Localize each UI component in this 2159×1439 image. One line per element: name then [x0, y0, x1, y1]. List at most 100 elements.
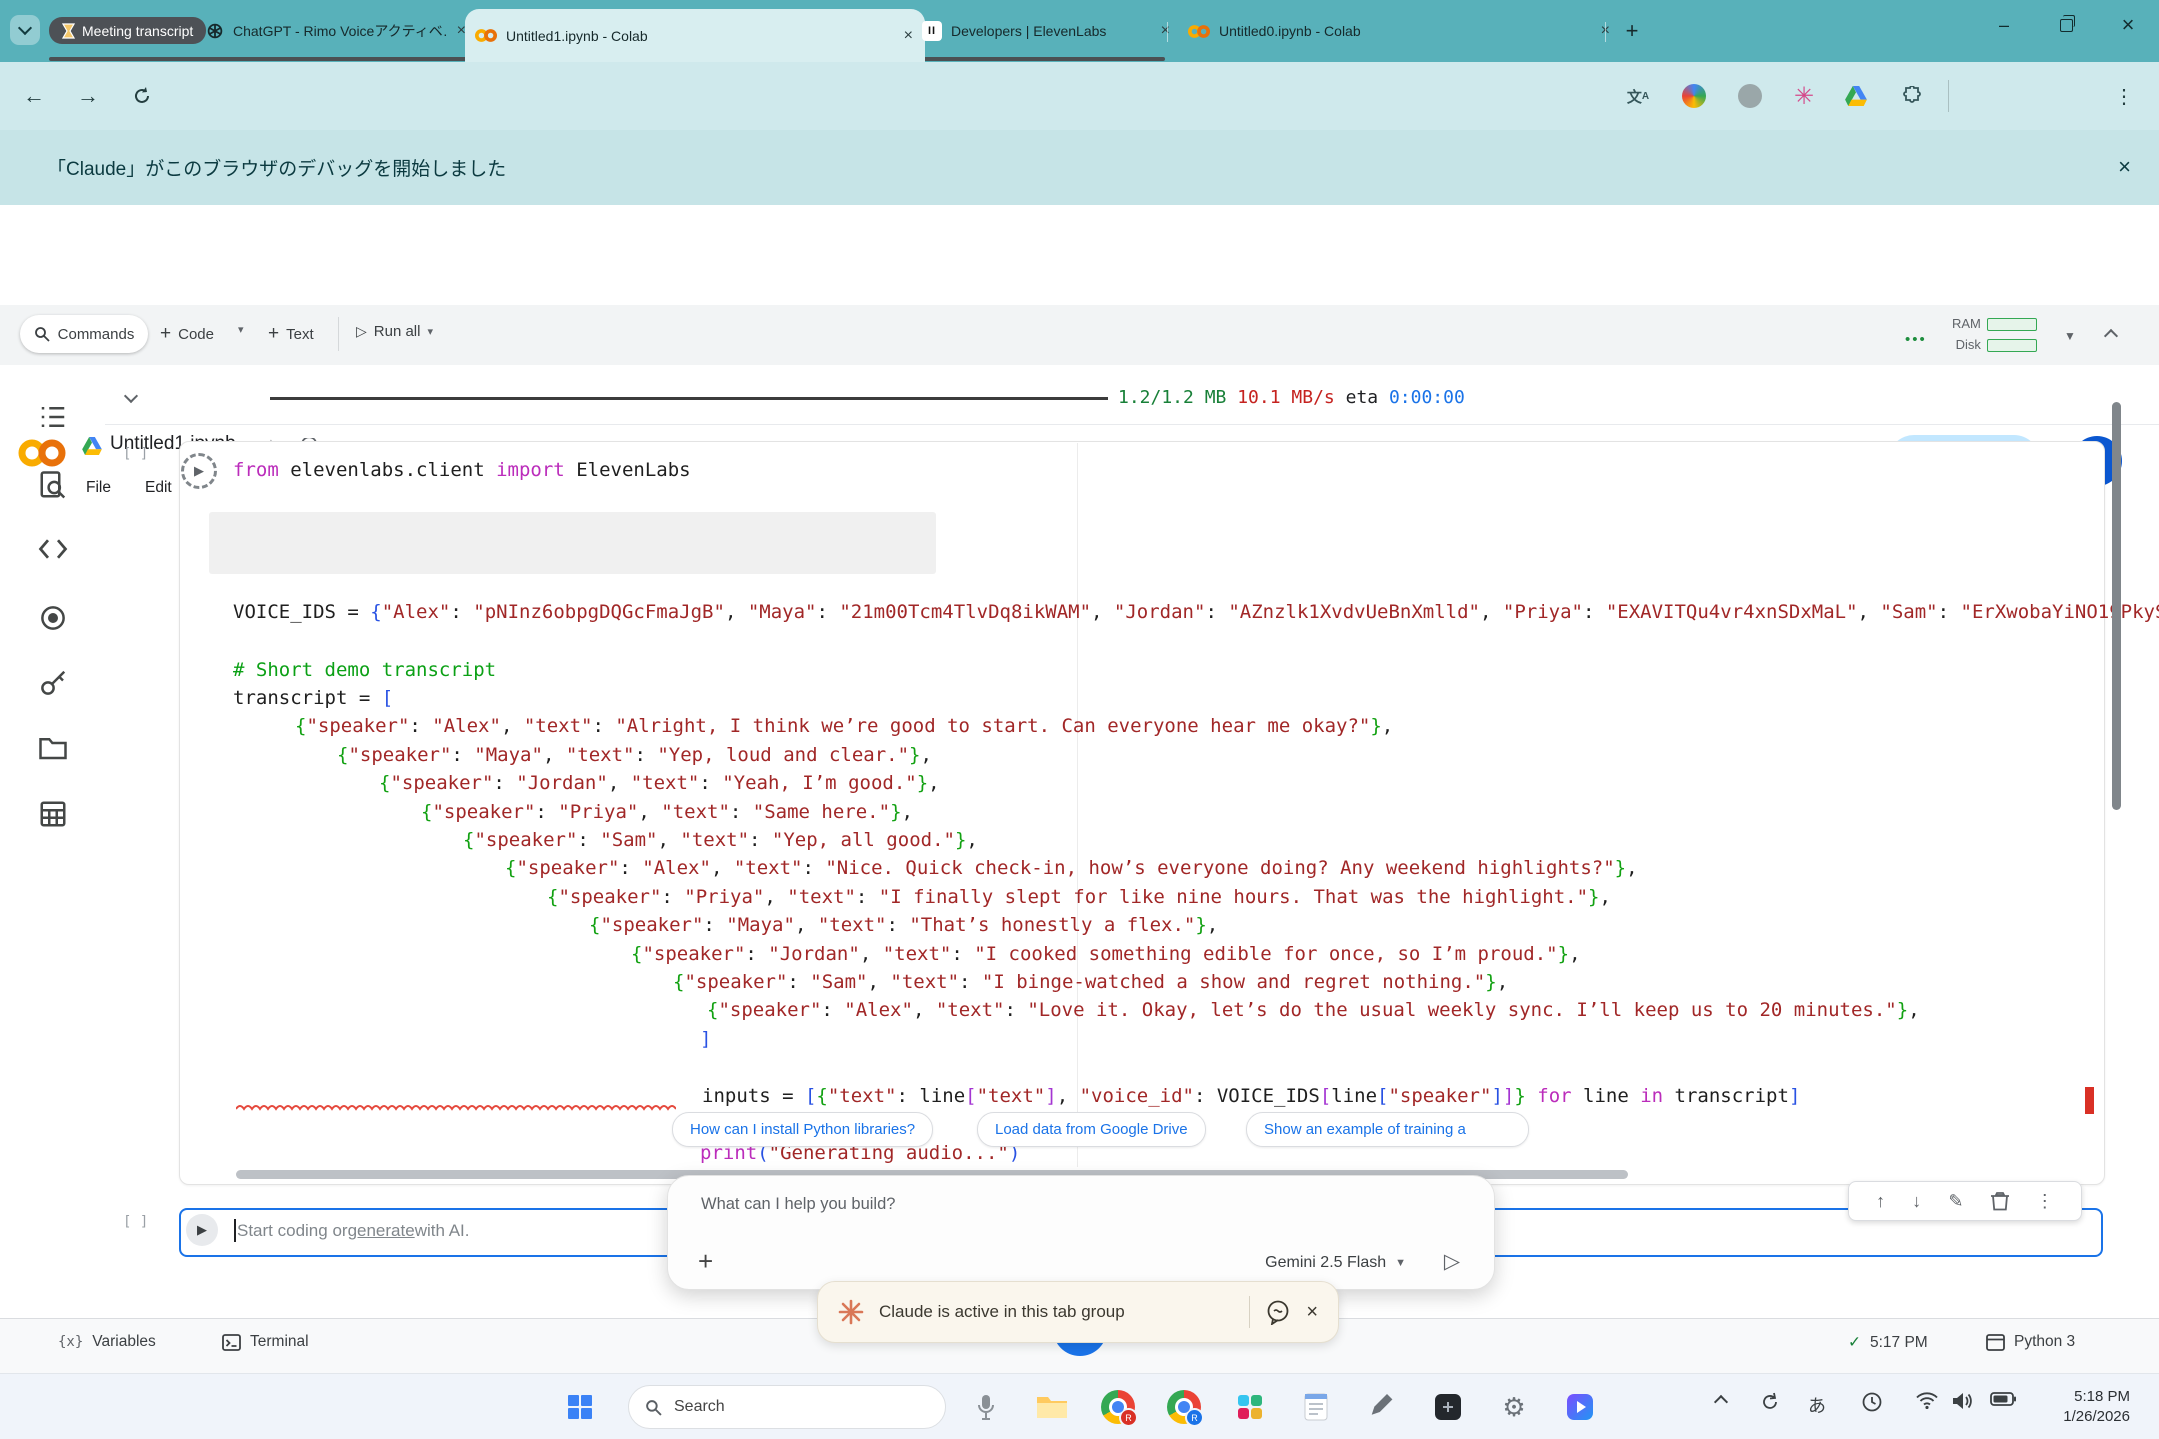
terminal-button[interactable]: Terminal: [222, 1333, 309, 1351]
menu-file[interactable]: File: [82, 477, 115, 499]
code-line-11: {"speaker": "Priya", "text": "I finally …: [547, 884, 1611, 911]
tab-3[interactable]: IIDevelopers | ElevenLabs×: [912, 12, 1182, 50]
colorful-orb-icon: [1682, 84, 1706, 108]
tab-group-pill[interactable]: Meeting transcript: [49, 17, 206, 44]
ai-chip-3[interactable]: Show an example of training a: [1246, 1112, 1529, 1147]
send-prompt-icon[interactable]: ▷: [1444, 1249, 1460, 1274]
taskbar-clock[interactable]: 5:18 PM 1/26/2026: [2038, 1387, 2130, 1427]
tray-clock-icon[interactable]: [1862, 1392, 1882, 1412]
add-code-button[interactable]: + Code: [160, 323, 214, 345]
chrome-profile1-icon[interactable]: R: [1098, 1387, 1138, 1427]
attach-plus-button[interactable]: +: [698, 1246, 713, 1277]
table-of-contents-icon[interactable]: [38, 402, 68, 432]
browser-menu-kebab-icon[interactable]: ⋮: [2108, 80, 2140, 112]
translate-icon[interactable]: 文A: [1622, 80, 1654, 112]
recorder-app-icon[interactable]: [966, 1387, 1006, 1427]
ai-chip-1[interactable]: How can I install Python libraries?: [672, 1112, 933, 1147]
reload-button[interactable]: [126, 80, 158, 112]
window-controls: – ×: [1973, 0, 2159, 50]
variables-button[interactable]: {x} Variables: [58, 1333, 156, 1351]
media-app-icon[interactable]: [1560, 1387, 1600, 1427]
chrome-icon: R: [1101, 1390, 1135, 1424]
notepad-app-icon[interactable]: [1296, 1387, 1336, 1427]
ai-chip-2[interactable]: Load data from Google Drive: [977, 1112, 1206, 1147]
tab-4[interactable]: Untitled0.ipynb - Colab×: [1178, 12, 1622, 50]
secrets-key-icon[interactable]: [38, 668, 68, 698]
variables-icon: {x}: [58, 1334, 83, 1350]
scanner-lens-icon[interactable]: [38, 603, 68, 633]
resource-meter[interactable]: RAM Disk: [1952, 313, 2037, 355]
kernel-status[interactable]: Python 3: [1986, 1333, 2075, 1351]
chrome-profile2-icon[interactable]: R: [1164, 1387, 1204, 1427]
run-cell-button[interactable]: ▶: [181, 453, 217, 489]
gemini-prompt-box[interactable]: What can I help you build? + Gemini 2.5 …: [667, 1175, 1495, 1290]
taskbar-search[interactable]: Search: [628, 1385, 946, 1429]
chat-bubble-icon[interactable]: [1265, 1299, 1291, 1325]
delete-cell-icon[interactable]: [1991, 1191, 2009, 1211]
menu-edit[interactable]: Edit: [141, 477, 176, 499]
banner-close-icon[interactable]: ×: [2118, 154, 2131, 180]
resources-dropdown-icon[interactable]: ▼: [2064, 329, 2076, 343]
move-cell-up-icon[interactable]: ↑: [1876, 1191, 1885, 1212]
drive-extension-icon[interactable]: [1840, 80, 1872, 112]
tray-expand-icon[interactable]: [1716, 1392, 1726, 1412]
pen-tablet-app-icon[interactable]: [1362, 1387, 1402, 1427]
tab-1[interactable]: ChatGPT - Rimo Voiceアクティベ…×: [196, 12, 478, 50]
profile-badge: R: [1185, 1408, 1204, 1427]
ime-indicator[interactable]: あ: [1808, 1392, 1826, 1418]
back-button[interactable]: ←: [18, 80, 50, 112]
tab-search-button[interactable]: [10, 15, 40, 45]
plus-icon: +: [160, 323, 171, 345]
wifi-icon[interactable]: [1916, 1392, 1938, 1409]
collapse-toolbar-icon[interactable]: [2106, 327, 2116, 346]
close-button[interactable]: ×: [2097, 0, 2159, 50]
tab-2[interactable]: Untitled1.ipynb - Colab×: [465, 9, 925, 62]
tab-group-label: Meeting transcript: [82, 23, 193, 39]
find-replace-icon[interactable]: [38, 470, 68, 500]
code-line-1: from elevenlabs.client import ElevenLabs: [233, 457, 691, 484]
gemini-placeholder[interactable]: What can I help you build?: [701, 1195, 895, 1214]
toast-close-icon[interactable]: ×: [1306, 1301, 1318, 1324]
forward-button[interactable]: →: [72, 80, 104, 112]
add-code-dropdown[interactable]: ▾: [238, 323, 244, 336]
volume-icon[interactable]: [1952, 1392, 1974, 1410]
model-selector[interactable]: Gemini 2.5 Flash ▼: [1265, 1254, 1406, 1272]
table-grid-icon[interactable]: [38, 799, 68, 829]
vertical-scrollbar[interactable]: [2112, 402, 2121, 810]
new-tab-button[interactable]: +: [1618, 17, 1646, 45]
code-snippets-icon[interactable]: [38, 534, 68, 564]
minimize-button[interactable]: –: [1973, 0, 2035, 50]
tray-sync-icon[interactable]: [1760, 1392, 1780, 1412]
extension-orb2-icon[interactable]: [1734, 80, 1766, 112]
start-button[interactable]: [560, 1387, 600, 1427]
notepad-icon: [1304, 1393, 1328, 1421]
add-text-button[interactable]: +Text: [268, 323, 314, 345]
claude-toast-message: Claude is active in this tab group: [879, 1302, 1234, 1322]
add-code-label: Code: [178, 326, 214, 343]
commands-button[interactable]: Commands: [20, 315, 148, 353]
move-cell-down-icon[interactable]: ↓: [1912, 1191, 1921, 1212]
code-line-5: {"speaker": "Alex", "text": "Alright, I …: [295, 713, 1393, 740]
run-new-cell-button[interactable]: ▶: [186, 1214, 218, 1246]
edit-with-ai-icon[interactable]: ✎: [1948, 1191, 1963, 1212]
collapse-output-icon[interactable]: [126, 388, 136, 406]
maximize-button[interactable]: [2035, 0, 2097, 50]
extensions-puzzle-icon[interactable]: [1896, 80, 1928, 112]
slack-app-icon[interactable]: [1230, 1387, 1270, 1427]
battery-icon[interactable]: [1990, 1392, 2016, 1406]
error-marker: [2085, 1087, 2094, 1114]
extension-orb-icon[interactable]: [1678, 80, 1710, 112]
extension-asterisk-icon[interactable]: ✳: [1788, 80, 1820, 112]
file-explorer-icon[interactable]: [1032, 1387, 1072, 1427]
run-all-button[interactable]: ▷Run all▾: [356, 323, 433, 340]
cell-menu-kebab-icon[interactable]: ⋮: [2036, 1191, 2054, 1212]
files-folder-icon[interactable]: [38, 733, 68, 763]
generate-link[interactable]: generate: [348, 1221, 415, 1241]
settings-app-icon[interactable]: ⚙: [1494, 1387, 1534, 1427]
tab-close-icon[interactable]: ×: [1159, 22, 1172, 40]
saved-time: 5:17 PM: [1870, 1334, 1928, 1352]
dark-app-icon[interactable]: [1428, 1387, 1468, 1427]
colored-grid-icon: [1236, 1393, 1264, 1421]
terminal-label: Terminal: [250, 1333, 309, 1351]
new-cell-placeholder[interactable]: Start coding or generate with AI.: [234, 1219, 470, 1242]
